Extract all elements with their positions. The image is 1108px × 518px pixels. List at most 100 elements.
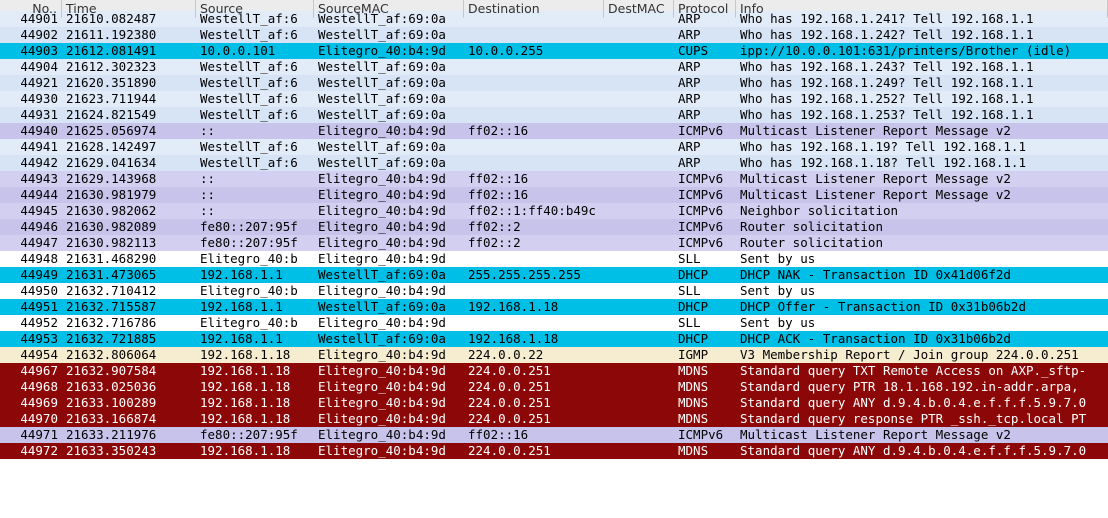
cell-sourcemac: Elitegro_40:b4:9d: [314, 363, 464, 379]
table-row[interactable]: 4494121628.142497WestellT_af:6WestellT_a…: [0, 139, 1108, 155]
cell-source: 10.0.0.101: [196, 43, 314, 59]
cell-protocol: MDNS: [674, 363, 736, 379]
cell-protocol: SLL: [674, 315, 736, 331]
cell-source: 192.168.1.1: [196, 267, 314, 283]
cell-info: Multicast Listener Report Message v2: [736, 171, 1108, 187]
table-row[interactable]: 4497221633.350243192.168.1.18Elitegro_40…: [0, 443, 1108, 459]
cell-no: 44954: [0, 347, 62, 363]
cell-source: 192.168.1.18: [196, 347, 314, 363]
cell-time: 21625.056974: [62, 123, 196, 139]
cell-no: 44943: [0, 171, 62, 187]
col-destmac[interactable]: DestMAC: [604, 0, 674, 18]
cell-source: 192.168.1.1: [196, 299, 314, 315]
cell-source: fe80::207:95f: [196, 219, 314, 235]
cell-no: 44904: [0, 59, 62, 75]
cell-info: V3 Membership Report / Join group 224.0.…: [736, 347, 1108, 363]
col-destination[interactable]: Destination: [464, 0, 604, 18]
cell-no: 44971: [0, 427, 62, 443]
cell-no: 44952: [0, 315, 62, 331]
cell-destination: 224.0.0.251: [464, 363, 604, 379]
cell-no: 44902: [0, 27, 62, 43]
cell-protocol: ICMPv6: [674, 427, 736, 443]
cell-protocol: ARP: [674, 59, 736, 75]
cell-time: 21633.166874: [62, 411, 196, 427]
cell-protocol: MDNS: [674, 411, 736, 427]
table-row[interactable]: 4490421612.302323WestellT_af:6WestellT_a…: [0, 59, 1108, 75]
table-row[interactable]: 4495221632.716786Elitegro_40:bElitegro_4…: [0, 315, 1108, 331]
cell-no: 44950: [0, 283, 62, 299]
cell-info: Router solicitation: [736, 219, 1108, 235]
cell-info: Multicast Listener Report Message v2: [736, 427, 1108, 443]
table-row[interactable]: 4494821631.468290Elitegro_40:bElitegro_4…: [0, 251, 1108, 267]
table-row[interactable]: 4495321632.721885192.168.1.1WestellT_af:…: [0, 331, 1108, 347]
table-row[interactable]: 4490321612.08149110.0.0.101Elitegro_40:b…: [0, 43, 1108, 59]
cell-time: 21628.142497: [62, 139, 196, 155]
cell-info: Multicast Listener Report Message v2: [736, 187, 1108, 203]
cell-source: Elitegro_40:b: [196, 251, 314, 267]
cell-destination: ff02::1:ff40:b49c: [464, 203, 604, 219]
cell-destination: 224.0.0.22: [464, 347, 604, 363]
cell-info: DHCP NAK - Transaction ID 0x41d06f2d: [736, 267, 1108, 283]
cell-sourcemac: Elitegro_40:b4:9d: [314, 235, 464, 251]
table-row[interactable]: 4495121632.715587192.168.1.1WestellT_af:…: [0, 299, 1108, 315]
table-row[interactable]: 4497021633.166874192.168.1.18Elitegro_40…: [0, 411, 1108, 427]
table-row[interactable]: 4494721630.982113fe80::207:95fElitegro_4…: [0, 235, 1108, 251]
table-row[interactable]: 4495421632.806064192.168.1.18Elitegro_40…: [0, 347, 1108, 363]
cell-info: Who has 192.168.1.243? Tell 192.168.1.1: [736, 59, 1108, 75]
cell-time: 21629.041634: [62, 155, 196, 171]
cell-no: 44953: [0, 331, 62, 347]
cell-destination: 10.0.0.255: [464, 43, 604, 59]
table-row[interactable]: 4494021625.056974::Elitegro_40:b4:9dff02…: [0, 123, 1108, 139]
cell-source: Elitegro_40:b: [196, 283, 314, 299]
cell-info: Who has 192.168.1.249? Tell 192.168.1.1: [736, 75, 1108, 91]
table-row[interactable]: 4495021632.710412Elitegro_40:bElitegro_4…: [0, 283, 1108, 299]
cell-sourcemac: Elitegro_40:b4:9d: [314, 443, 464, 459]
table-row[interactable]: 4493021623.711944WestellT_af:6WestellT_a…: [0, 91, 1108, 107]
cell-source: ::: [196, 123, 314, 139]
cell-destination: 224.0.0.251: [464, 411, 604, 427]
table-row[interactable]: 4490221611.192380WestellT_af:6WestellT_a…: [0, 27, 1108, 43]
table-row[interactable]: 4494621630.982089fe80::207:95fElitegro_4…: [0, 219, 1108, 235]
table-row[interactable]: 4494921631.473065192.168.1.1WestellT_af:…: [0, 267, 1108, 283]
packet-list[interactable]: No.. Time Source SourceMAC Destination D…: [0, 0, 1108, 459]
cell-source: Elitegro_40:b: [196, 315, 314, 331]
cell-time: 21630.982062: [62, 203, 196, 219]
table-row[interactable]: 4497121633.211976fe80::207:95fElitegro_4…: [0, 427, 1108, 443]
cell-protocol: ARP: [674, 75, 736, 91]
table-row[interactable]: 4494221629.041634WestellT_af:6WestellT_a…: [0, 155, 1108, 171]
table-row[interactable]: 4496721632.907584192.168.1.18Elitegro_40…: [0, 363, 1108, 379]
cell-protocol: CUPS: [674, 43, 736, 59]
cell-info: Who has 192.168.1.253? Tell 192.168.1.1: [736, 107, 1108, 123]
table-row[interactable]: 4494421630.981979::Elitegro_40:b4:9dff02…: [0, 187, 1108, 203]
table-row[interactable]: 4496821633.025036192.168.1.18Elitegro_40…: [0, 379, 1108, 395]
cell-time: 21630.982113: [62, 235, 196, 251]
cell-no: 44949: [0, 267, 62, 283]
cell-time: 21633.025036: [62, 379, 196, 395]
table-row[interactable]: 4494321629.143968::Elitegro_40:b4:9dff02…: [0, 171, 1108, 187]
cell-sourcemac: Elitegro_40:b4:9d: [314, 347, 464, 363]
table-row[interactable]: 4492121620.351890WestellT_af:6WestellT_a…: [0, 75, 1108, 91]
table-row[interactable]: 4494521630.982062::Elitegro_40:b4:9dff02…: [0, 203, 1108, 219]
cell-time: 21612.302323: [62, 59, 196, 75]
cell-source: fe80::207:95f: [196, 235, 314, 251]
cell-protocol: SLL: [674, 251, 736, 267]
cell-sourcemac: Elitegro_40:b4:9d: [314, 171, 464, 187]
cell-protocol: ICMPv6: [674, 203, 736, 219]
cell-destination: 224.0.0.251: [464, 443, 604, 459]
cell-no: 44942: [0, 155, 62, 171]
cell-info: Neighbor solicitation: [736, 203, 1108, 219]
cell-protocol: ARP: [674, 155, 736, 171]
cell-no: 44941: [0, 139, 62, 155]
cell-no: 44921: [0, 75, 62, 91]
table-row[interactable]: 4493121624.821549WestellT_af:6WestellT_a…: [0, 107, 1108, 123]
cell-destination: ff02::16: [464, 171, 604, 187]
cell-sourcemac: Elitegro_40:b4:9d: [314, 395, 464, 411]
table-row[interactable]: 4496921633.100289192.168.1.18Elitegro_40…: [0, 395, 1108, 411]
cell-info: Who has 192.168.1.252? Tell 192.168.1.1: [736, 91, 1108, 107]
cell-time: 21623.711944: [62, 91, 196, 107]
cell-sourcemac: WestellT_af:69:0a: [314, 59, 464, 75]
cell-info: Standard query ANY d.9.4.b.0.4.e.f.f.f.5…: [736, 443, 1108, 459]
cell-info: Who has 192.168.1.242? Tell 192.168.1.1: [736, 27, 1108, 43]
cell-protocol: ARP: [674, 11, 736, 27]
cell-time: 21633.350243: [62, 443, 196, 459]
